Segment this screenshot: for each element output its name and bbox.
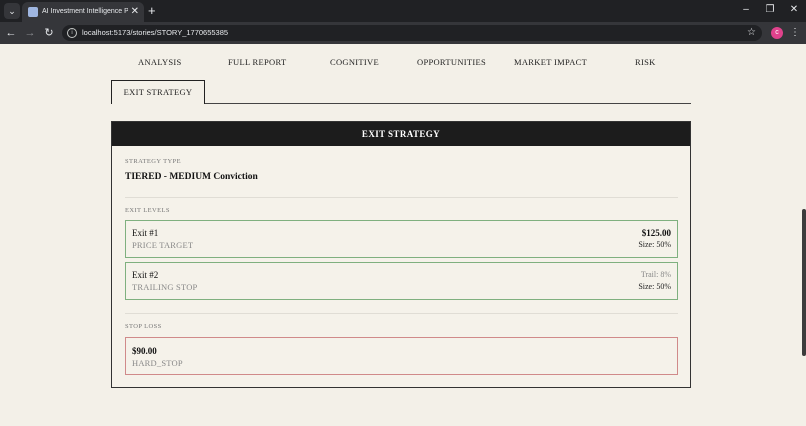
exit-level-trail: Trail: 8%	[640, 270, 671, 279]
exit-levels-label: EXIT LEVELS	[125, 207, 170, 214]
exit-level-price: $125.00	[641, 228, 671, 238]
profile-avatar[interactable]: c	[771, 27, 783, 39]
minimize-icon[interactable]: –	[738, 3, 754, 17]
strategy-type-label: STRATEGY TYPE	[125, 158, 181, 165]
forward-arrow-icon[interactable]: →	[23, 26, 37, 40]
tab-search-button[interactable]: ⌄	[4, 3, 20, 19]
close-window-icon[interactable]: ✕	[786, 3, 802, 17]
exit-level-name: Exit #1	[132, 228, 159, 238]
browser-toolbar: ← → ↻ i localhost:5173/stories/STORY_177…	[0, 22, 806, 44]
section-divider	[125, 313, 678, 314]
exit-level-kind: PRICE TARGET	[132, 240, 194, 250]
tab-exit-strategy[interactable]: EXIT STRATEGY	[111, 80, 205, 104]
star-icon[interactable]: ☆	[747, 26, 756, 40]
exit-level-name: Exit #2	[132, 270, 159, 280]
section-divider	[125, 197, 678, 198]
tab-full-report[interactable]: FULL REPORT	[228, 57, 286, 67]
tab-opportunities[interactable]: OPPORTUNITIES	[417, 57, 486, 67]
back-arrow-icon[interactable]: ←	[4, 26, 18, 40]
tab-cognitive[interactable]: COGNITIVE	[330, 57, 379, 67]
page-content: ANALYSIS FULL REPORT COGNITIVE OPPORTUNI…	[0, 44, 800, 426]
kebab-menu-icon[interactable]: ⋮	[790, 26, 800, 40]
new-tab-button[interactable]: +	[148, 2, 156, 20]
reload-icon[interactable]: ↻	[42, 26, 56, 40]
page-scrollbar[interactable]	[801, 44, 806, 426]
exit-level-size: Size: 50%	[638, 240, 671, 249]
strategy-type-value: TIERED - MEDIUM Conviction	[125, 172, 258, 182]
scrollbar-thumb[interactable]	[802, 209, 806, 356]
stop-loss-kind: HARD_STOP	[132, 358, 183, 368]
exit-strategy-card: EXIT STRATEGY STRATEGY TYPE TIERED - MED…	[111, 121, 691, 388]
site-info-icon[interactable]: i	[67, 28, 77, 38]
tab-title: AI Investment Intelligence Platf	[42, 8, 128, 15]
browser-tab[interactable]: AI Investment Intelligence Platf ✕	[22, 2, 144, 22]
exit-level-kind: TRAILING STOP	[132, 282, 198, 292]
tab-analysis[interactable]: ANALYSIS	[138, 57, 182, 67]
favicon-icon	[28, 7, 38, 17]
tab-close-button[interactable]: ✕	[131, 5, 139, 19]
url-text[interactable]: localhost:5173/stories/STORY_1770655385	[82, 27, 228, 39]
card-title: EXIT STRATEGY	[112, 122, 690, 146]
browser-tab-bar: ⌄ AI Investment Intelligence Platf ✕ + –…	[0, 0, 806, 22]
exit-level-2: Exit #2 TRAILING STOP Trail: 8% Size: 50…	[125, 262, 678, 300]
exit-level-size: Size: 50%	[638, 282, 671, 291]
stop-loss-label: STOP LOSS	[125, 323, 162, 330]
address-bar[interactable]: i localhost:5173/stories/STORY_177065538…	[62, 25, 762, 41]
stop-loss-price: $90.00	[132, 346, 157, 356]
tab-risk[interactable]: RISK	[635, 57, 656, 67]
exit-level-1: Exit #1 PRICE TARGET $125.00 Size: 50%	[125, 220, 678, 258]
tab-market-impact[interactable]: MARKET IMPACT	[514, 57, 587, 67]
stop-loss-box: $90.00 HARD_STOP	[125, 337, 678, 375]
restore-icon[interactable]: ❐	[762, 3, 778, 17]
